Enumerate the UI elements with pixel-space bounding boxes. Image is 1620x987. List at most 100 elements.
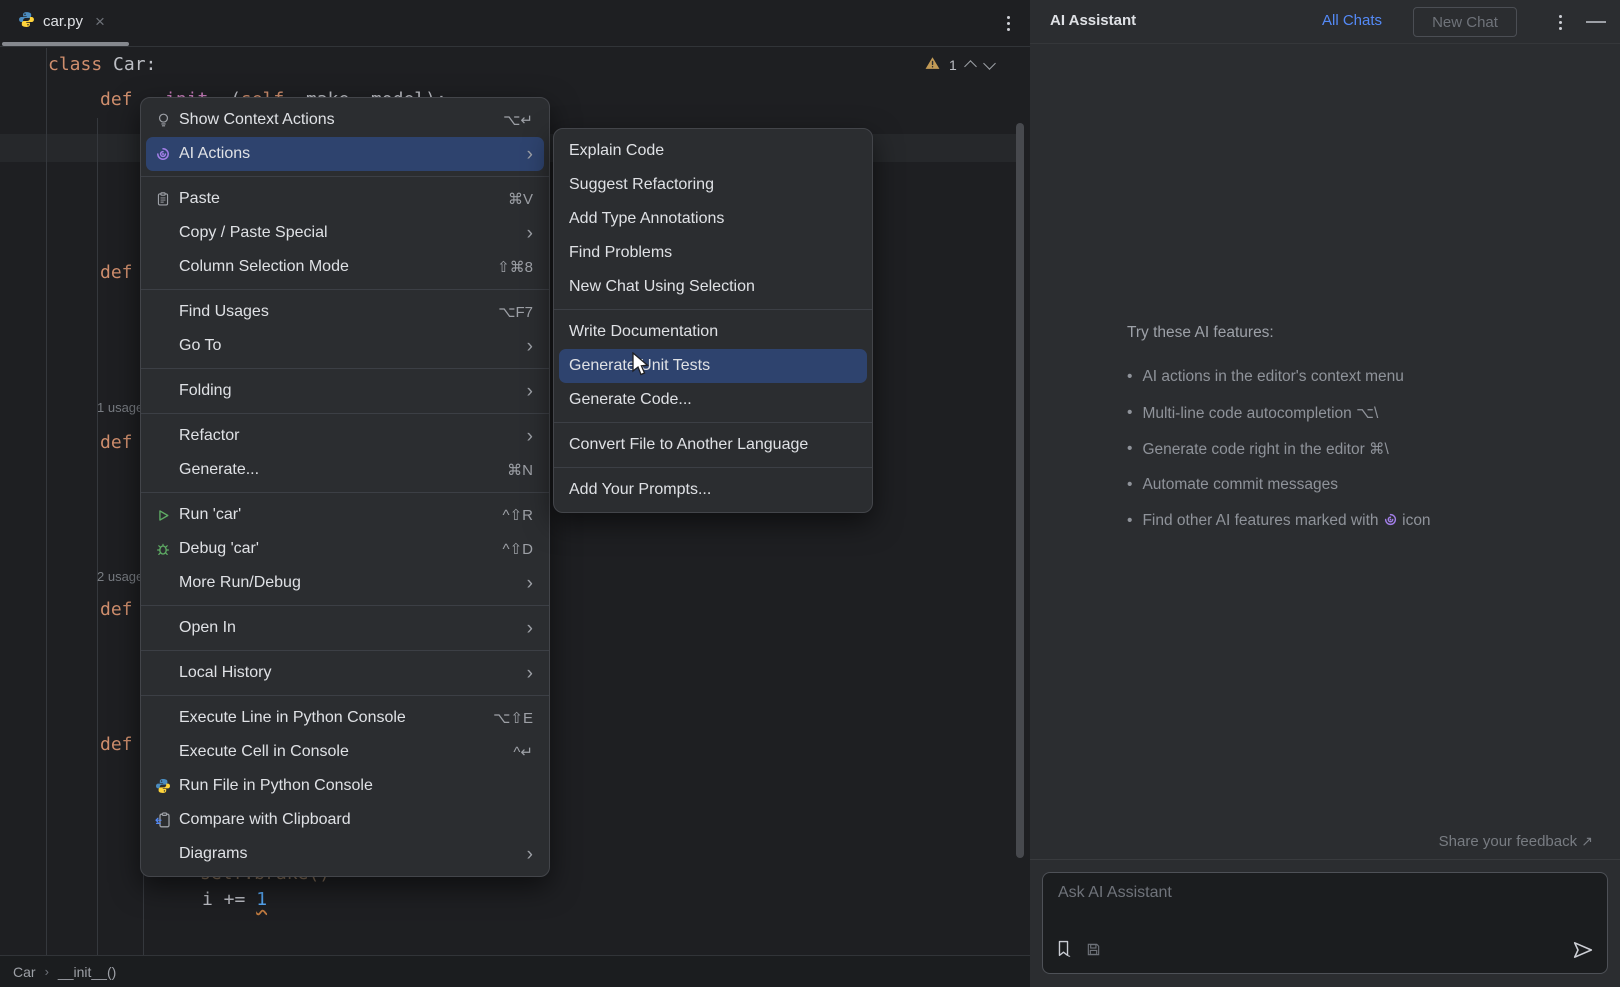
- menu-separator: [141, 368, 549, 369]
- menu-item-label: Debug 'car': [179, 540, 259, 558]
- bullet-dot: •: [1127, 476, 1132, 494]
- menu-item-more-run-debug[interactable]: More Run/Debug ›: [146, 566, 544, 600]
- panel-options-kebab-icon[interactable]: [1552, 10, 1568, 34]
- icon-spacer: [155, 744, 171, 760]
- menu-item-label: Copy / Paste Special: [179, 224, 328, 242]
- menu-item-shortcut: ^↵: [513, 743, 533, 761]
- menu-item-run-file-in-python-console[interactable]: Run File in Python Console: [146, 769, 544, 803]
- ide-window: car.py × 1 class Car:def __init__(self, …: [0, 0, 1620, 987]
- submenu-item-convert-file-to-another-language[interactable]: Convert File to Another Language: [559, 428, 867, 462]
- menu-item-label: Suggest Refactoring: [569, 176, 714, 194]
- menu-item-debug-car[interactable]: Debug 'car'^⇧D: [146, 532, 544, 566]
- submenu-arrow-icon: ›: [527, 224, 533, 243]
- submenu-item-suggest-refactoring[interactable]: Suggest Refactoring: [559, 168, 867, 202]
- submenu-item-explain-code[interactable]: Explain Code: [559, 134, 867, 168]
- menu-item-generate[interactable]: Generate... ⌘N: [146, 453, 544, 487]
- menu-item-execute-cell-in-console[interactable]: Execute Cell in Console ^↵: [146, 735, 544, 769]
- ask-ai-placeholder: Ask AI Assistant: [1058, 884, 1172, 902]
- feature-bullet: •Generate code right in the editor ⌘\: [1127, 440, 1597, 476]
- menu-item-label: Add Type Annotations: [569, 210, 724, 228]
- menu-item-shortcut: ^⇧R: [503, 506, 533, 524]
- icon-spacer: [155, 620, 171, 636]
- panel-title: AI Assistant: [1050, 12, 1136, 29]
- feature-bullet-text: Automate commit messages: [1142, 476, 1338, 494]
- menu-item-run-car[interactable]: Run 'car' ^⇧R: [146, 498, 544, 532]
- menu-item-refactor[interactable]: Refactor›: [146, 419, 544, 453]
- menu-item-open-in[interactable]: Open In ›: [146, 611, 544, 645]
- submenu-item-generate-unit-tests[interactable]: Generate Unit Tests: [559, 349, 867, 383]
- lightbulb-icon: [155, 112, 171, 128]
- menu-item-go-to[interactable]: Go To›: [146, 329, 544, 363]
- breadcrumb-method[interactable]: __init__(): [58, 964, 116, 980]
- menu-separator: [141, 695, 549, 696]
- share-feedback-link[interactable]: Share your feedback ↗: [1439, 833, 1593, 850]
- code-line: def: [100, 731, 133, 759]
- submenu-arrow-icon: ›: [527, 337, 533, 356]
- menu-item-copy-paste-special[interactable]: Copy / Paste Special ›: [146, 216, 544, 250]
- menu-item-label: New Chat Using Selection: [569, 278, 755, 296]
- menu-item-label: Generate...: [179, 461, 259, 479]
- submenu-item-generate-code[interactable]: Generate Code...: [559, 383, 867, 417]
- submenu-item-write-documentation[interactable]: Write Documentation: [559, 315, 867, 349]
- menu-item-diagrams[interactable]: Diagrams›: [146, 837, 544, 871]
- paste-icon: [155, 191, 171, 207]
- minimize-icon[interactable]: [1586, 21, 1606, 23]
- feature-bullet: •AI actions in the editor's context menu: [1127, 368, 1597, 404]
- menu-separator: [141, 289, 549, 290]
- menu-item-label: Column Selection Mode: [179, 258, 349, 276]
- menu-item-execute-line-in-python-console[interactable]: Execute Line in Python Console⌥⇧E: [146, 701, 544, 735]
- menu-item-paste[interactable]: Paste⌘V: [146, 182, 544, 216]
- breadcrumb: Car › __init__(): [0, 955, 1030, 987]
- ask-ai-input[interactable]: Ask AI Assistant: [1042, 872, 1608, 974]
- feature-bullet-text: AI actions in the editor's context menu: [1142, 368, 1403, 386]
- ai-icon: [155, 146, 171, 162]
- menu-item-folding[interactable]: Folding›: [146, 374, 544, 408]
- breadcrumb-class[interactable]: Car: [13, 964, 36, 980]
- icon-spacer: [155, 575, 171, 591]
- code-line: i += 1: [202, 886, 267, 914]
- editor-tab-bar: car.py ×: [0, 0, 1030, 47]
- menu-item-shortcut: ⌘N: [507, 461, 533, 479]
- tab-car-py[interactable]: car.py ×: [0, 0, 119, 43]
- prompt-library-icon[interactable]: [1055, 940, 1072, 963]
- menu-item-label: Run 'car': [179, 506, 241, 524]
- features-title: Try these AI features:: [1127, 324, 1597, 342]
- menu-item-shortcut: ⌥F7: [498, 303, 533, 321]
- all-chats-link[interactable]: All Chats: [1322, 12, 1382, 29]
- menu-item-label: Run File in Python Console: [179, 777, 373, 795]
- save-icon[interactable]: [1086, 942, 1101, 962]
- icon-spacer: [155, 846, 171, 862]
- feature-bullet: •Find other AI features marked with icon: [1127, 512, 1597, 548]
- menu-item-label: Execute Cell in Console: [179, 743, 349, 761]
- submenu-arrow-icon: ›: [527, 574, 533, 593]
- submenu-item-add-your-prompts[interactable]: Add Your Prompts...: [559, 473, 867, 507]
- menu-item-ai-actions[interactable]: AI Actions›: [146, 137, 544, 171]
- send-icon[interactable]: [1573, 941, 1593, 964]
- menu-item-compare-with-clipboard[interactable]: Compare with Clipboard: [146, 803, 544, 837]
- menu-item-label: More Run/Debug: [179, 574, 301, 592]
- menu-item-label: Execute Line in Python Console: [179, 709, 406, 727]
- new-chat-button[interactable]: New Chat: [1413, 7, 1517, 37]
- menu-item-column-selection-mode[interactable]: Column Selection Mode⇧⌘8: [146, 250, 544, 284]
- menu-separator: [554, 422, 872, 423]
- submenu-item-new-chat-using-selection[interactable]: New Chat Using Selection: [559, 270, 867, 304]
- submenu-item-find-problems[interactable]: Find Problems: [559, 236, 867, 270]
- panel-divider: [1030, 859, 1620, 860]
- menu-item-show-context-actions[interactable]: Show Context Actions⌥↵: [146, 103, 544, 137]
- menu-item-shortcut: ⌘V: [508, 190, 533, 208]
- menu-item-label: Explain Code: [569, 142, 664, 160]
- ai-features-list: Try these AI features: •AI actions in th…: [1127, 324, 1597, 548]
- editor-options-kebab-icon[interactable]: [998, 11, 1018, 35]
- icon-spacer: [155, 710, 171, 726]
- menu-item-find-usages[interactable]: Find Usages⌥F7: [146, 295, 544, 329]
- menu-separator: [141, 650, 549, 651]
- submenu-arrow-icon: ›: [527, 382, 533, 401]
- editor-scrollbar[interactable]: [1016, 123, 1024, 858]
- close-icon[interactable]: ×: [95, 12, 105, 32]
- menu-item-label: Open In: [179, 619, 236, 637]
- submenu-arrow-icon: ›: [527, 619, 533, 638]
- menu-item-local-history[interactable]: Local History›: [146, 656, 544, 690]
- submenu-item-add-type-annotations[interactable]: Add Type Annotations: [559, 202, 867, 236]
- menu-separator: [141, 176, 549, 177]
- ai-actions-submenu: Explain Code Suggest Refactoring Add Type …: [553, 128, 873, 513]
